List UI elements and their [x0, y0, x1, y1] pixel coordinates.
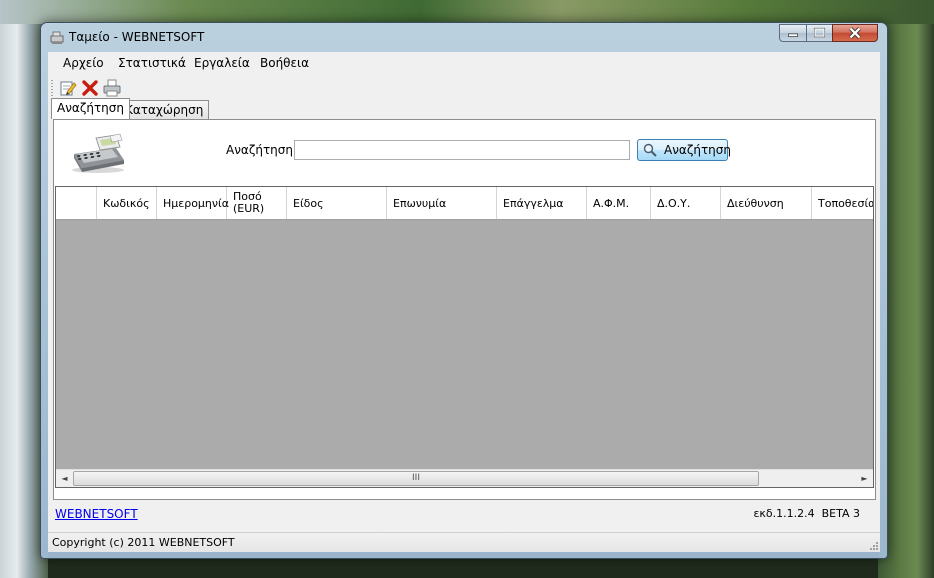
- scroll-left-button[interactable]: ◄: [56, 470, 73, 487]
- delete-icon: [82, 80, 98, 96]
- column-header-vat[interactable]: Α.Φ.Μ.: [587, 187, 651, 219]
- footer-bar: WEBNETSOFT εκδ.1.1.2.4 BETA 3: [48, 502, 880, 530]
- maximize-icon: [813, 27, 826, 38]
- print-button[interactable]: [102, 78, 122, 98]
- column-header-address[interactable]: Διεύθυνση: [721, 187, 812, 219]
- close-button[interactable]: [832, 24, 878, 42]
- horizontal-scrollbar[interactable]: ◄ III ►: [56, 469, 873, 487]
- search-button[interactable]: Αναζήτηση: [637, 139, 731, 161]
- results-grid[interactable]: Κωδικός Ημερομηνία Ποσό (EUR) Είδος Επων…: [55, 186, 874, 488]
- menu-bar: Αρχείο Στατιστικά Εργαλεία Βοήθεια: [48, 52, 880, 74]
- cash-register-illustration: [72, 133, 124, 173]
- column-header-location[interactable]: Τοποθεσία: [812, 187, 873, 219]
- grid-header: Κωδικός Ημερομηνία Ποσό (EUR) Είδος Επων…: [56, 187, 873, 220]
- title-bar[interactable]: Ταμείο - WEBNETSOFT: [41, 23, 887, 51]
- minimize-button[interactable]: [779, 24, 807, 42]
- column-header-profession[interactable]: Επάγγελμα: [497, 187, 587, 219]
- menu-statistics[interactable]: Στατιστικά: [116, 56, 188, 70]
- tab-strip: Αναζήτηση Καταχώρηση: [48, 98, 880, 120]
- column-header-date[interactable]: Ημερομηνία: [157, 187, 229, 219]
- version-label: εκδ.1.1.2.4 BETA 3: [753, 507, 860, 520]
- column-header-name[interactable]: Επωνυμία: [387, 187, 497, 219]
- search-tab-panel: Αναζήτηση Αναζήτηση Κωδικός Ημερομηνία Π…: [53, 119, 876, 500]
- toolbar: [48, 75, 880, 99]
- edit-icon: [60, 81, 77, 96]
- menu-file[interactable]: Αρχείο: [61, 56, 106, 70]
- status-bar: Copyright (c) 2011 WEBNETSOFT: [48, 532, 880, 552]
- toolbar-grip[interactable]: [51, 80, 53, 96]
- search-label: Αναζήτηση: [226, 143, 293, 157]
- delete-button[interactable]: [80, 78, 100, 98]
- column-header-type[interactable]: Είδος: [287, 187, 387, 219]
- column-header-tax-office[interactable]: Δ.Ο.Υ.: [651, 187, 721, 219]
- client-area: Αρχείο Στατιστικά Εργαλεία Βοήθεια Αναζή…: [48, 52, 880, 552]
- grid-corner[interactable]: [56, 187, 97, 219]
- status-copyright: Copyright (c) 2011 WEBNETSOFT: [52, 536, 235, 549]
- tab-entry[interactable]: Καταχώρηση: [119, 100, 210, 119]
- menu-help[interactable]: Βοήθεια: [258, 56, 311, 70]
- tab-search[interactable]: Αναζήτηση: [51, 98, 130, 119]
- webnetsoft-link[interactable]: WEBNETSOFT: [55, 507, 138, 521]
- close-icon: [849, 27, 861, 39]
- search-button-label: Αναζήτηση: [664, 143, 731, 157]
- window-title: Ταμείο - WEBNETSOFT: [69, 30, 205, 44]
- menu-tools[interactable]: Εργαλεία: [192, 56, 252, 70]
- scroll-right-button[interactable]: ►: [856, 470, 873, 487]
- maximize-button[interactable]: [806, 24, 833, 42]
- scroll-thumb[interactable]: III: [73, 471, 759, 486]
- search-icon: [643, 143, 657, 157]
- minimize-icon: [788, 33, 798, 37]
- resize-grip-icon[interactable]: [868, 540, 878, 550]
- cash-register-icon: [50, 31, 64, 44]
- app-window: Ταμείο - WEBNETSOFT Αρχείο Στατιστικά Ερ…: [40, 22, 888, 559]
- column-header-code[interactable]: Κωδικός: [97, 187, 157, 219]
- desktop-top: [0, 0, 934, 24]
- print-icon: [103, 79, 121, 97]
- column-header-amount[interactable]: Ποσό (EUR): [227, 187, 287, 219]
- edit-button[interactable]: [58, 78, 78, 98]
- search-input[interactable]: [294, 140, 630, 160]
